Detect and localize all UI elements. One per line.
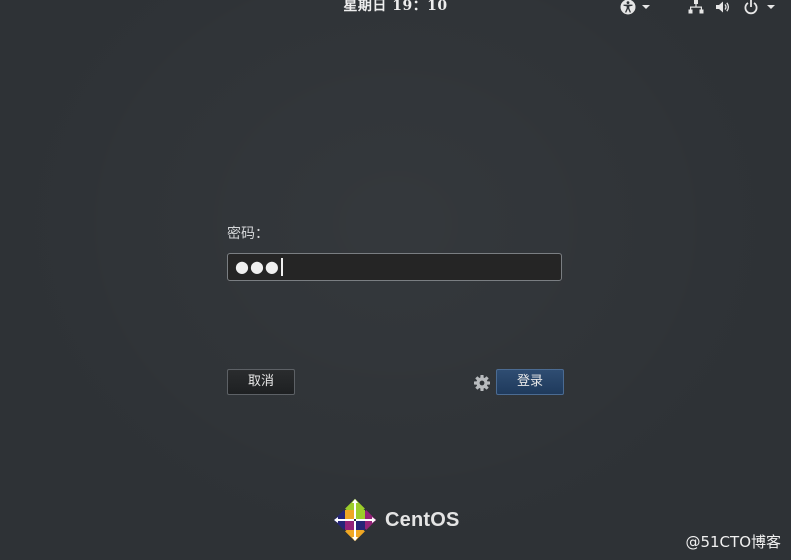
centos-logo: CentOS	[333, 498, 460, 542]
text-cursor	[280, 258, 283, 276]
password-mask: ●●●	[235, 257, 280, 276]
logo-text: CentOS	[385, 508, 460, 531]
gear-icon	[474, 375, 490, 391]
password-field[interactable]: ●●●	[227, 253, 562, 281]
cancel-button[interactable]: 取消	[227, 369, 295, 395]
clock[interactable]: 星期日 19：10	[0, 0, 791, 14]
network-icon	[688, 0, 704, 15]
chevron-down-icon	[642, 5, 650, 9]
watermark: @51CTO博客	[685, 533, 781, 551]
volume-icon	[715, 0, 731, 15]
accessibility-menu[interactable]	[620, 0, 650, 15]
accessibility-icon	[620, 0, 636, 15]
login-button[interactable]: 登录	[496, 369, 564, 395]
system-menu[interactable]	[688, 0, 775, 15]
password-prompt-label: 密码：	[227, 226, 269, 242]
chevron-down-icon	[767, 5, 775, 9]
session-settings-button[interactable]	[473, 374, 491, 392]
power-icon	[743, 0, 759, 15]
centos-emblem-icon	[333, 498, 377, 542]
